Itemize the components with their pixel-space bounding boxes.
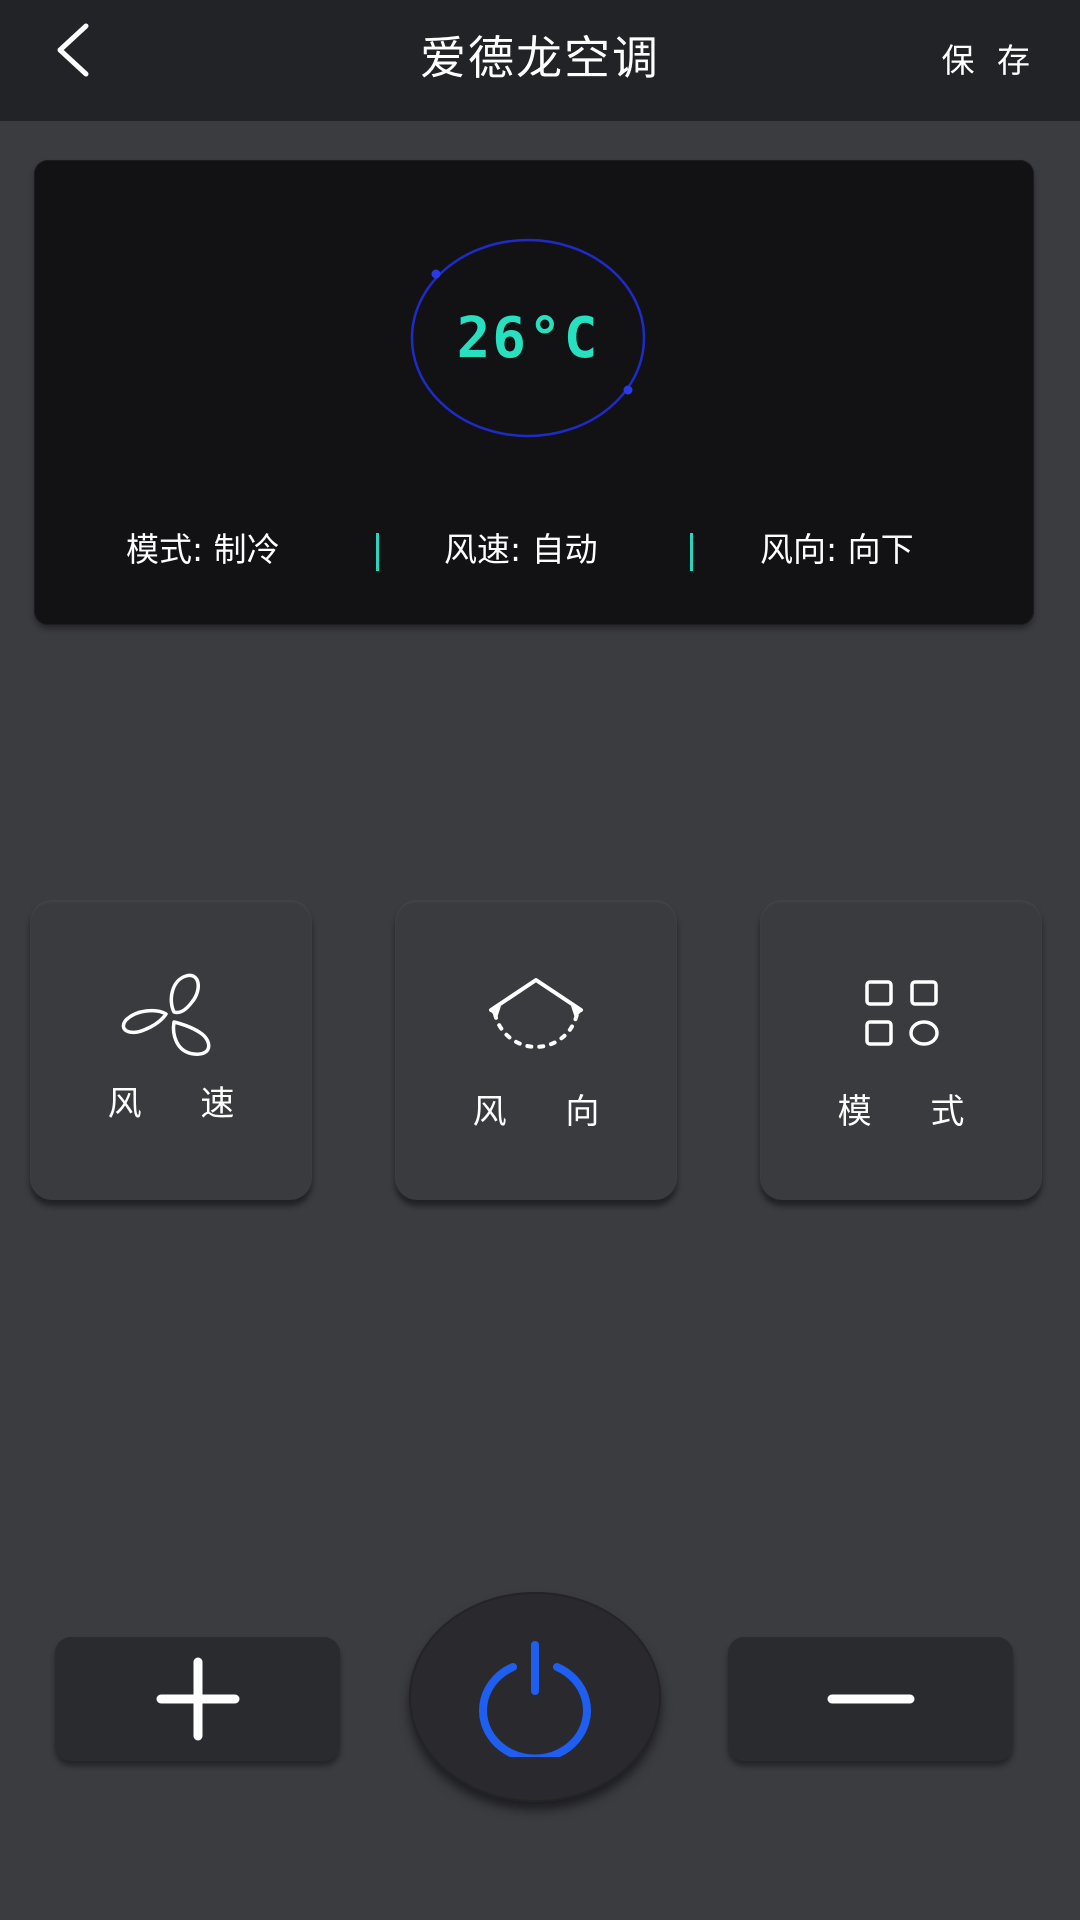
- swing-icon-wrap: [395, 972, 677, 1062]
- mode-icon-wrap: [760, 972, 1042, 1062]
- fan-speed-button[interactable]: 风 速: [30, 900, 312, 1200]
- fan-icon: [121, 973, 211, 1056]
- status-row: 模式: 制冷 风速: 自动 风向: 向下: [34, 525, 1034, 575]
- top-bar: 爱德龙空调 保 存: [0, 0, 1080, 121]
- ac-remote-screen: 爱德龙空调 保 存 26°C 模式: 制冷 风速: 自动 风向: 向下 风 速 …: [0, 0, 1080, 1920]
- temperature-decrease-button[interactable]: [728, 1637, 1013, 1761]
- mode-grid-icon: [865, 980, 939, 1046]
- power-button[interactable]: [409, 1592, 661, 1802]
- temperature-increase-button[interactable]: [55, 1637, 340, 1761]
- fan-direction-label: 风 向: [472, 1092, 624, 1132]
- page-title: 爱德龙空调: [420, 31, 660, 85]
- swing-direction-icon: [489, 978, 583, 1049]
- power-icon: [479, 1641, 591, 1757]
- minus-icon: [827, 1694, 914, 1704]
- status-divider: [376, 533, 379, 571]
- status-divider: [690, 533, 693, 571]
- status-display-panel: 26°C 模式: 制冷 风速: 自动 风向: 向下: [34, 160, 1034, 625]
- temperature-readout: 26°C: [456, 305, 600, 371]
- mode-label: 模 式: [837, 1092, 989, 1132]
- save-button[interactable]: 保 存: [942, 34, 1037, 82]
- fan-direction-button[interactable]: 风 向: [395, 900, 677, 1200]
- fan-direction-status: 风向: 向下: [760, 530, 914, 569]
- fan-speed-label: 风 速: [107, 1084, 259, 1124]
- plus-icon: [156, 1657, 239, 1741]
- mode-button[interactable]: 模 式: [760, 900, 1042, 1200]
- mode-status: 模式: 制冷: [126, 530, 280, 569]
- fan-icon-wrap: [30, 972, 312, 1062]
- fan-speed-status: 风速: 自动: [444, 530, 598, 569]
